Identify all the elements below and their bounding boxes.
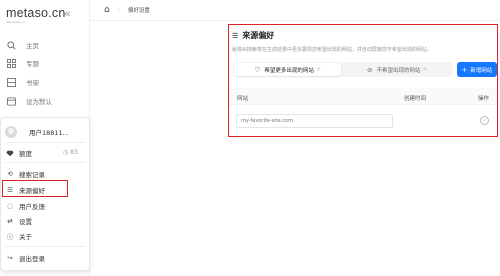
credit-row[interactable]: 额度 [6, 148, 32, 158]
header-divider [90, 20, 500, 21]
panel-description: 秘塔AI搜索将在生成结果中更多展现您希望出现的网站，并自动屏蔽您不希望出现的网站… [232, 47, 432, 53]
diamond-icon [6, 150, 14, 157]
feedback-icon: ◌ [7, 202, 13, 210]
credit-label: 额度 [19, 150, 32, 158]
menu-item-label: 关于 [19, 233, 32, 241]
menu-item-label: 用户反馈 [19, 203, 45, 211]
menu-divider [5, 246, 85, 247]
breadcrumb-separator: › [117, 7, 120, 13]
column-header-site: 网站 [237, 96, 249, 102]
table-header [229, 88, 497, 105]
column-header-created: 创建时间 [404, 96, 427, 102]
site-input[interactable] [236, 114, 393, 128]
info-icon: ⓘ [6, 233, 14, 241]
credit-value: ◷ 83 [63, 149, 78, 156]
add-site-button[interactable]: + 新增网站 [457, 62, 497, 77]
sidebar-item-home[interactable]: 主页 [6, 40, 39, 50]
logout-button[interactable]: ↪ 退出登录 [6, 253, 45, 263]
logo-subtitle: www.metaso.cn [6, 21, 26, 24]
user-profile[interactable]: 用户18811... [5, 126, 69, 138]
panel-title: ☰ 来源偏好 [232, 31, 275, 40]
highlight-box [2, 180, 68, 197]
bookshelf-icon [6, 77, 16, 87]
chevron-icon: ◇ [423, 67, 427, 72]
heart-icon: ♡ [254, 65, 261, 74]
menu-divider [5, 162, 85, 163]
sidebar-item-topics[interactable]: 专题 [6, 58, 39, 68]
confirm-icon[interactable]: ✓ [480, 116, 489, 125]
browser-icon [6, 96, 16, 106]
history-icon: ⟲ [7, 170, 13, 178]
ban-icon: ⊘ [367, 65, 373, 74]
sidebar-item-label: 设为默认 [26, 98, 52, 106]
chevron-icon: ◇ [316, 67, 321, 72]
home-icon[interactable]: ⌂ [104, 5, 110, 15]
menu-item-label: 设置 [19, 218, 32, 226]
chevrons-left-icon[interactable]: « [64, 7, 71, 20]
plus-icon: + [461, 65, 468, 74]
menu-item-settings[interactable]: ⇄ 设置 [6, 216, 32, 226]
settings-icon: ⇄ [7, 217, 13, 225]
sidebar-item-label: 主页 [26, 42, 39, 50]
tab-blocked-sites[interactable]: ⊘ 不希望出现的网站 ◇ [343, 62, 451, 77]
breadcrumb: ⌂ › 偏好设置 [104, 5, 150, 15]
list-filter-icon: ☰ [232, 31, 239, 40]
menu-divider [5, 142, 85, 143]
menu-item-about[interactable]: ⓘ 关于 [6, 231, 32, 241]
sidebar-item-label: 专题 [26, 60, 39, 68]
avatar [5, 126, 17, 138]
menu-item-search-history[interactable]: ⟲ 搜索记录 [6, 169, 45, 179]
tab-preferred-sites[interactable]: ♡ 希望更多出现的网站 ◇ [234, 63, 341, 76]
menu-item-label: 搜索记录 [19, 171, 45, 179]
breadcrumb-current: 偏好设置 [127, 8, 150, 14]
logo[interactable]: metaso.cn [6, 6, 65, 20]
logout-icon: ↪ [7, 254, 13, 262]
sidebar-item-label: 书架 [26, 79, 39, 87]
menu-item-feedback[interactable]: ◌ 用户反馈 [6, 201, 45, 211]
sidebar-item-bookshelf[interactable]: 书架 [6, 77, 39, 87]
search-icon [6, 40, 16, 50]
logout-label: 退出登录 [19, 255, 45, 263]
column-header-actions: 操作 [478, 96, 490, 102]
sidebar-item-set-default[interactable]: 设为默认 [6, 96, 52, 106]
grid-icon [6, 58, 16, 68]
username: 用户18811... [29, 129, 69, 137]
